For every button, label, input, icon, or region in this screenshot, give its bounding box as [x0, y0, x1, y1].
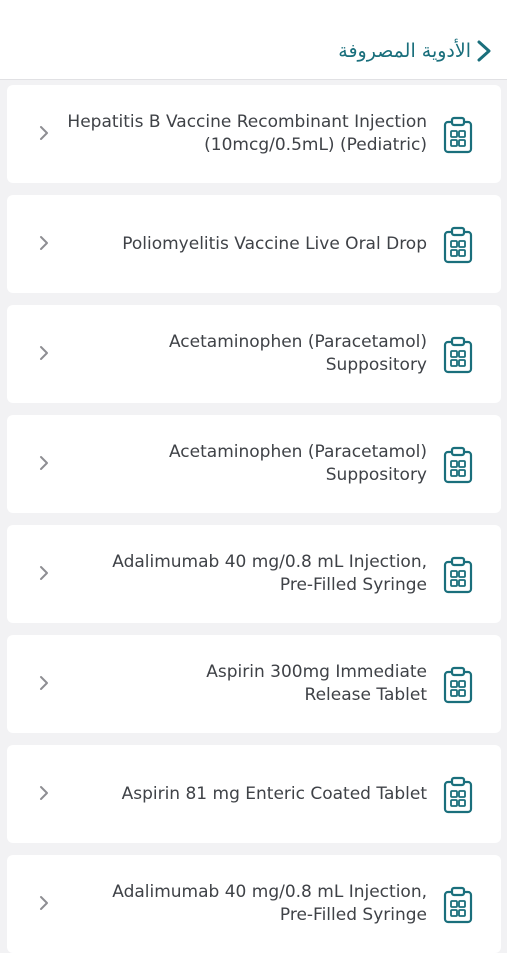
- chevron-right-icon: [38, 674, 50, 692]
- medication-item[interactable]: Acetaminophen (Paracetamol) Suppository: [7, 305, 501, 403]
- nav-header: الأدوية المصروفة: [0, 0, 507, 80]
- medication-name: Aspirin 81 mg Enteric Coated Tablet: [121, 783, 427, 804]
- chevron-right-icon: [38, 234, 50, 252]
- medication-name: Acetaminophen (Paracetamol) Suppository: [168, 332, 427, 375]
- medication-name: Poliomyelitis Vaccine Live Oral Drop: [122, 233, 427, 254]
- medication-name: Adalimumab 40 mg/0.8 mL Injection, Pre-F…: [112, 552, 427, 595]
- medication-item[interactable]: Adalimumab 40 mg/0.8 mL Injection, Pre-F…: [7, 855, 501, 953]
- chevron-right-icon: [38, 124, 50, 142]
- clipboard-icon: [442, 886, 474, 924]
- page-title: الأدوية المصروفة: [338, 40, 471, 62]
- medication-name: Hepatitis B Vaccine Recombinant Injectio…: [67, 112, 427, 155]
- clipboard-icon: [442, 556, 474, 594]
- medication-item[interactable]: Poliomyelitis Vaccine Live Oral Drop: [7, 195, 501, 293]
- medication-name: Aspirin 300mg Immediate Release Tablet: [206, 662, 427, 705]
- medication-item[interactable]: Adalimumab 40 mg/0.8 mL Injection, Pre-F…: [7, 525, 501, 623]
- medication-item[interactable]: Hepatitis B Vaccine Recombinant Injectio…: [7, 85, 501, 183]
- chevron-right-icon: [38, 344, 50, 362]
- clipboard-icon: [442, 116, 474, 154]
- chevron-right-icon: [477, 40, 491, 62]
- clipboard-icon: [442, 776, 474, 814]
- medication-item[interactable]: Aspirin 300mg Immediate Release Tablet: [7, 635, 501, 733]
- chevron-right-icon: [38, 564, 50, 582]
- chevron-right-icon: [38, 784, 50, 802]
- chevron-right-icon: [38, 894, 50, 912]
- medication-name: Acetaminophen (Paracetamol) Suppository: [168, 442, 427, 485]
- medication-item[interactable]: Acetaminophen (Paracetamol) Suppository: [7, 415, 501, 513]
- chevron-right-icon: [38, 454, 50, 472]
- medication-name: Adalimumab 40 mg/0.8 mL Injection, Pre-F…: [112, 882, 427, 925]
- clipboard-icon: [442, 666, 474, 704]
- medication-item[interactable]: Aspirin 81 mg Enteric Coated Tablet: [7, 745, 501, 843]
- clipboard-icon: [442, 336, 474, 374]
- clipboard-icon: [442, 226, 474, 264]
- back-button[interactable]: [473, 37, 495, 65]
- clipboard-icon: [442, 446, 474, 484]
